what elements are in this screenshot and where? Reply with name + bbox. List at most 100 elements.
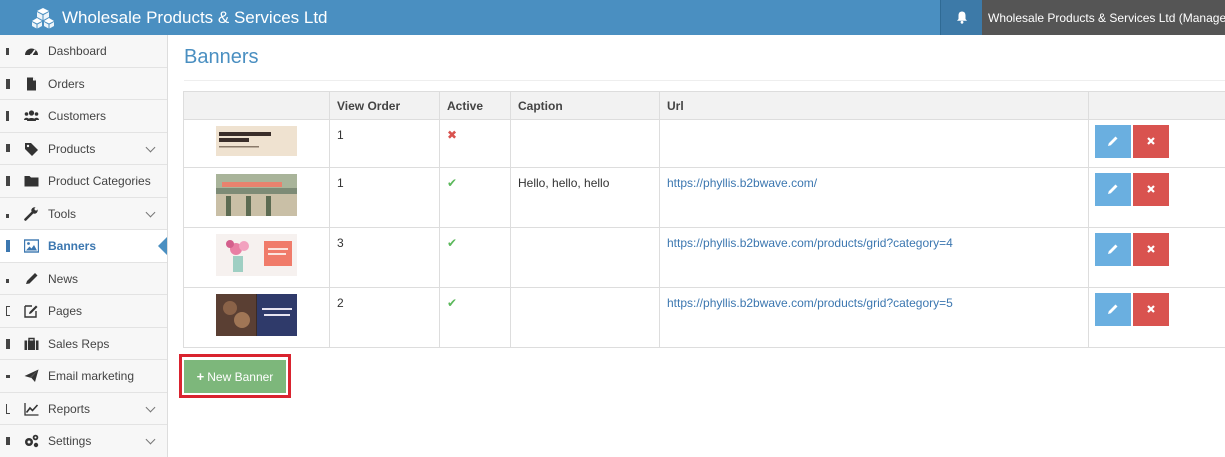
delete-button[interactable] bbox=[1133, 173, 1169, 206]
delete-button[interactable] bbox=[1133, 293, 1169, 326]
title-divider bbox=[184, 80, 1225, 81]
file-icon bbox=[27, 77, 36, 90]
sidebar-item-customers[interactable]: Customers bbox=[0, 100, 167, 133]
edit-button[interactable] bbox=[1095, 173, 1131, 206]
edge-marker bbox=[6, 306, 10, 316]
column-header-caption: Caption bbox=[510, 91, 660, 120]
tag-icon bbox=[25, 142, 38, 156]
sidebar-item-news[interactable]: News bbox=[0, 262, 167, 295]
edge-marker bbox=[6, 437, 10, 445]
sidebar-item-banners[interactable]: Banners bbox=[0, 230, 167, 263]
gears-icon bbox=[25, 434, 39, 448]
line-chart-icon bbox=[24, 402, 39, 416]
caption-cell bbox=[510, 287, 660, 348]
caption-cell: Hello, hello, hello bbox=[510, 167, 660, 228]
close-icon bbox=[1147, 185, 1155, 193]
url-cell[interactable] bbox=[659, 119, 1089, 168]
url-cell[interactable]: https://phyllis.b2bwave.com/products/gri… bbox=[659, 287, 1089, 348]
sidebar-item-sales-reps[interactable]: Sales Reps bbox=[0, 327, 167, 360]
column-header-actions bbox=[1088, 91, 1225, 120]
column-header-view-order: View Order bbox=[329, 91, 440, 120]
url-cell[interactable]: https://phyllis.b2bwave.com/products/gri… bbox=[659, 227, 1089, 288]
actions-cell bbox=[1088, 167, 1225, 228]
edge-marker bbox=[6, 48, 9, 55]
active-cell: ✔ bbox=[439, 167, 511, 228]
actions-cell bbox=[1088, 287, 1225, 348]
view-order-cell: 1 bbox=[329, 119, 440, 168]
image-icon bbox=[24, 239, 39, 253]
sidebar-item-tools[interactable]: Tools bbox=[0, 197, 167, 230]
table-row: 2 ✔ https://phyllis.b2bwave.com/products… bbox=[183, 287, 1225, 348]
user-name: Wholesale Products & Services Ltd (Manag… bbox=[988, 10, 1225, 25]
brand-name: Wholesale Products & Services Ltd bbox=[62, 7, 328, 27]
column-header-url: Url bbox=[659, 91, 1089, 120]
pencil-icon bbox=[1108, 136, 1118, 146]
edge-marker bbox=[6, 176, 10, 186]
sidebar-item-products[interactable]: Products bbox=[0, 132, 167, 165]
pencil-icon bbox=[1108, 184, 1118, 194]
banner-thumbnail-cell bbox=[183, 167, 330, 228]
pencil-icon bbox=[1108, 244, 1118, 254]
sidebar-item-pages[interactable]: Pages bbox=[0, 295, 167, 328]
view-order-cell: 2 bbox=[329, 287, 440, 348]
chevron-down-icon bbox=[145, 207, 156, 217]
delete-button[interactable] bbox=[1133, 233, 1169, 266]
folder-icon bbox=[24, 176, 39, 187]
sidebar-item-dashboard[interactable]: Dashboard bbox=[0, 35, 167, 68]
bell-icon bbox=[956, 11, 967, 24]
active-cell: ✖ bbox=[439, 119, 511, 168]
edge-marker bbox=[6, 78, 10, 89]
banner-thumbnail-cell bbox=[183, 227, 330, 288]
sidebar-item-reports[interactable]: Reports bbox=[0, 392, 167, 425]
edge-marker bbox=[6, 375, 10, 378]
edit-icon bbox=[24, 305, 38, 318]
actions-cell bbox=[1088, 227, 1225, 288]
banner-url-link[interactable]: https://phyllis.b2bwave.com/products/gri… bbox=[667, 296, 953, 310]
table-header-row: View Order Active Caption Url bbox=[183, 91, 1225, 120]
table-row: 1 ✖ bbox=[183, 119, 1225, 168]
url-cell[interactable]: https://phyllis.b2bwave.com/ bbox=[659, 167, 1089, 228]
brand[interactable]: Wholesale Products & Services Ltd bbox=[30, 0, 328, 35]
user-menu[interactable]: Wholesale Products & Services Ltd (Manag… bbox=[982, 0, 1225, 35]
edit-button[interactable] bbox=[1095, 293, 1131, 326]
actions-cell bbox=[1088, 119, 1225, 168]
table-row: 3 ✔ https://phyllis.b2bwave.com/products… bbox=[183, 227, 1225, 288]
sidebar-item-email-marketing[interactable]: Email marketing bbox=[0, 360, 167, 393]
pencil-icon bbox=[26, 272, 38, 284]
edge-marker bbox=[6, 111, 9, 121]
close-icon bbox=[1147, 305, 1155, 313]
sidebar-item-product-categories[interactable]: Product Categories bbox=[0, 165, 167, 198]
edit-button[interactable] bbox=[1095, 125, 1131, 158]
caption-cell bbox=[510, 119, 660, 168]
notifications-button[interactable] bbox=[940, 0, 982, 35]
new-banner-button[interactable]: + New Banner bbox=[184, 360, 286, 393]
close-icon bbox=[1147, 245, 1155, 253]
top-navbar: Wholesale Products & Services Ltd Wholes… bbox=[0, 0, 1225, 35]
close-icon bbox=[1147, 137, 1155, 145]
inactive-x-icon: ✖ bbox=[447, 128, 458, 142]
active-check-icon: ✔ bbox=[447, 296, 458, 310]
edge-marker bbox=[6, 213, 9, 218]
banner-thumbnail-cell bbox=[183, 119, 330, 168]
edge-marker bbox=[6, 240, 10, 252]
active-indicator bbox=[158, 237, 167, 255]
chevron-down-icon bbox=[145, 402, 156, 412]
sidebar-item-orders[interactable]: Orders bbox=[0, 67, 167, 100]
banner-url-link[interactable]: https://phyllis.b2bwave.com/products/gri… bbox=[667, 236, 953, 250]
column-header-active: Active bbox=[439, 91, 511, 120]
pencil-icon bbox=[1108, 304, 1118, 314]
page-title: Banners bbox=[184, 46, 259, 68]
banner-thumbnail-cell bbox=[183, 287, 330, 348]
active-cell: ✔ bbox=[439, 227, 511, 288]
banner-url-link[interactable]: https://phyllis.b2bwave.com/ bbox=[667, 176, 817, 190]
banner-thumbnail bbox=[216, 294, 297, 336]
briefcase-icon bbox=[24, 337, 39, 350]
edge-marker bbox=[6, 278, 9, 283]
edit-button[interactable] bbox=[1095, 233, 1131, 266]
sidebar-item-settings[interactable]: Settings bbox=[0, 425, 167, 457]
chevron-down-icon bbox=[145, 142, 156, 152]
caption-cell bbox=[510, 227, 660, 288]
delete-button[interactable] bbox=[1133, 125, 1169, 158]
new-banner-label: New Banner bbox=[207, 369, 274, 384]
active-check-icon: ✔ bbox=[447, 176, 458, 190]
